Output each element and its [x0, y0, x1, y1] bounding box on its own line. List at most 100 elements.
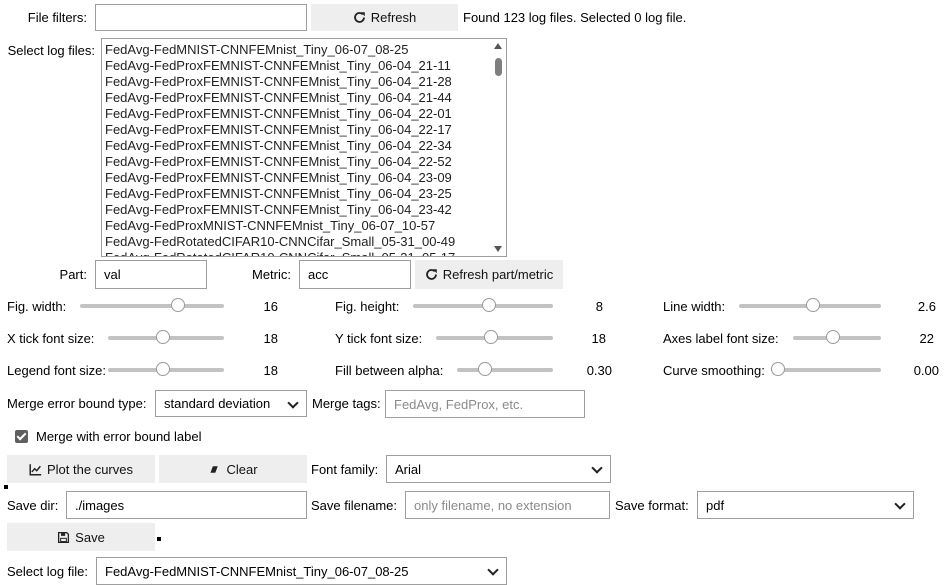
scroll-up-arrow-icon[interactable]	[494, 43, 502, 49]
log-file-option[interactable]: FedAvg-FedProxFEMNIST-CNNFEMnist_Tiny_06…	[102, 170, 506, 186]
select-log-file-value: FedAvg-FedMNIST-CNNFEMnist_Tiny_06-07_08…	[105, 563, 409, 579]
curve-smoothing-value: 0.00	[913, 363, 939, 378]
select-log-files-label: Select log files:	[7, 43, 95, 58]
fill-alpha-value: 0.30	[586, 363, 612, 378]
select-log-file-dropdown[interactable]: FedAvg-FedMNIST-CNNFEMnist_Tiny_06-07_08…	[96, 557, 507, 585]
fig-width-value: 16	[263, 299, 278, 314]
chevron-down-icon	[591, 462, 603, 474]
merge-error-label-checkbox[interactable]	[15, 430, 28, 443]
chevron-down-icon	[287, 396, 299, 409]
x-tick-font-slider[interactable]	[108, 330, 224, 346]
log-file-option[interactable]: FedAvg-FedProxFEMNIST-CNNFEMnist_Tiny_06…	[102, 138, 506, 154]
clear-label: Clear	[226, 461, 258, 477]
save-dir-label: Save dir:	[7, 498, 59, 513]
merge-error-label-text: Merge with error bound label	[36, 429, 202, 444]
slider-handle[interactable]	[156, 330, 170, 344]
font-family-value: Arial	[395, 461, 422, 477]
fig-height-slider[interactable]	[413, 298, 553, 314]
y-tick-font-label: Y tick font size:	[335, 331, 423, 346]
axes-label-font-label: Axes label font size:	[663, 331, 779, 346]
merge-error-type-select[interactable]: standard deviation	[155, 390, 307, 417]
scrollbar-thumb[interactable]	[495, 58, 502, 76]
save-format-label: Save format:	[615, 498, 689, 513]
slider-handle[interactable]	[806, 298, 820, 312]
log-file-option[interactable]: FedAvg-FedProxFEMNIST-CNNFEMnist_Tiny_06…	[102, 186, 506, 202]
legend-font-slider[interactable]	[108, 362, 224, 378]
slider-handle[interactable]	[156, 362, 170, 376]
part-label: Part:	[59, 267, 87, 282]
refresh-part-metric-button[interactable]: Refresh part/metric	[415, 260, 563, 289]
slider-handle[interactable]	[771, 362, 785, 376]
axes-label-font-value: 22	[919, 331, 934, 346]
listbox-scrollbar[interactable]	[491, 39, 506, 256]
save-format-select[interactable]: pdf	[697, 491, 914, 519]
merge-tags-input[interactable]	[385, 390, 585, 418]
log-file-option[interactable]: FedAvg-FedProxFEMNIST-CNNFEMnist_Tiny_06…	[102, 106, 506, 122]
slider-handle[interactable]	[171, 298, 185, 312]
slider-handle[interactable]	[482, 298, 496, 312]
font-family-label: Font family:	[311, 462, 379, 477]
eraser-icon	[210, 465, 219, 473]
scroll-down-arrow-icon[interactable]	[494, 246, 502, 252]
log-file-option[interactable]: FedAvg-FedRotatedCIFAR10-CNNCifar_Small_…	[102, 234, 506, 250]
select-log-file-label: Select log file:	[7, 564, 88, 579]
plot-curves-label: Plot the curves	[47, 461, 133, 477]
curve-smoothing-label: Curve smoothing:	[663, 363, 765, 378]
plot-curves-button[interactable]: Plot the curves	[7, 455, 155, 483]
merge-error-type-value: standard deviation	[164, 396, 271, 411]
fig-width-slider[interactable]	[80, 298, 224, 314]
axes-label-font-slider[interactable]	[793, 330, 881, 346]
y-tick-font-slider[interactable]	[436, 330, 553, 346]
part-input[interactable]	[95, 260, 207, 289]
save-button-label: Save	[75, 529, 105, 545]
log-file-option[interactable]: FedAvg-FedProxFEMNIST-CNNFEMnist_Tiny_06…	[102, 202, 506, 218]
save-format-value: pdf	[706, 497, 725, 513]
output-marker	[157, 537, 161, 541]
log-file-option[interactable]: FedAvg-FedProxFEMNIST-CNNFEMnist_Tiny_06…	[102, 122, 506, 138]
line-width-label: Line width:	[663, 299, 726, 314]
chevron-down-icon	[487, 564, 499, 576]
file-filters-input[interactable]	[95, 4, 307, 31]
y-tick-font-value: 18	[591, 331, 606, 346]
line-width-value: 2.6	[917, 299, 936, 314]
slider-handle[interactable]	[826, 330, 840, 344]
fig-height-value: 8	[595, 299, 603, 314]
log-file-option[interactable]: FedAvg-FedProxFEMNIST-CNNFEMnist_Tiny_06…	[102, 58, 506, 74]
log-file-option[interactable]: FedAvg-FedProxMNIST-CNNFEMnist_Tiny_06-0…	[102, 218, 506, 234]
line-width-slider[interactable]	[739, 298, 881, 314]
refresh-button[interactable]: Refresh	[311, 4, 458, 31]
save-dir-input[interactable]	[66, 491, 307, 519]
log-file-option[interactable]: FedAvg-FedProxFEMNIST-CNNFEMnist_Tiny_06…	[102, 74, 506, 90]
fill-alpha-slider[interactable]	[457, 362, 553, 378]
merge-error-type-label: Merge error bound type:	[7, 396, 147, 411]
slider-handle[interactable]	[484, 330, 498, 344]
slider-track	[457, 368, 553, 372]
fig-width-label: Fig. width:	[7, 299, 67, 314]
floppy-disk-icon	[58, 531, 70, 543]
log-files-listbox[interactable]: FedAvg-FedMNIST-CNNFEMnist_Tiny_06-07_08…	[101, 38, 507, 257]
metric-input[interactable]	[299, 260, 411, 289]
slider-handle[interactable]	[478, 362, 492, 376]
chevron-down-icon	[894, 498, 906, 510]
fill-alpha-label: Fill between alpha:	[335, 363, 444, 378]
log-file-option[interactable]: FedAvg-FedRotatedCIFAR10-CNNCifar_Small_…	[102, 250, 506, 256]
refresh-icon	[353, 12, 365, 23]
log-file-option[interactable]: FedAvg-FedProxFEMNIST-CNNFEMnist_Tiny_06…	[102, 154, 506, 170]
x-tick-font-value: 18	[263, 331, 278, 346]
x-tick-font-label: X tick font size:	[7, 331, 95, 346]
curve-smoothing-slider[interactable]	[771, 362, 881, 378]
refresh-button-label: Refresh	[370, 10, 417, 25]
filter-status-text: Found 123 log files. Selected 0 log file…	[463, 10, 687, 25]
log-file-option[interactable]: FedAvg-FedMNIST-CNNFEMnist_Tiny_06-07_08…	[102, 42, 506, 58]
font-family-select[interactable]: Arial	[386, 455, 611, 483]
output-marker	[4, 485, 8, 489]
fig-height-label: Fig. height:	[335, 299, 400, 314]
legend-font-value: 18	[263, 363, 278, 378]
clear-button[interactable]: Clear	[159, 455, 307, 483]
line-chart-icon	[29, 463, 42, 476]
file-filters-label: File filters:	[27, 10, 87, 25]
save-filename-label: Save filename:	[311, 498, 397, 513]
save-button[interactable]: Save	[7, 523, 155, 551]
save-filename-input[interactable]	[405, 491, 610, 519]
log-file-option[interactable]: FedAvg-FedProxFEMNIST-CNNFEMnist_Tiny_06…	[102, 90, 506, 106]
